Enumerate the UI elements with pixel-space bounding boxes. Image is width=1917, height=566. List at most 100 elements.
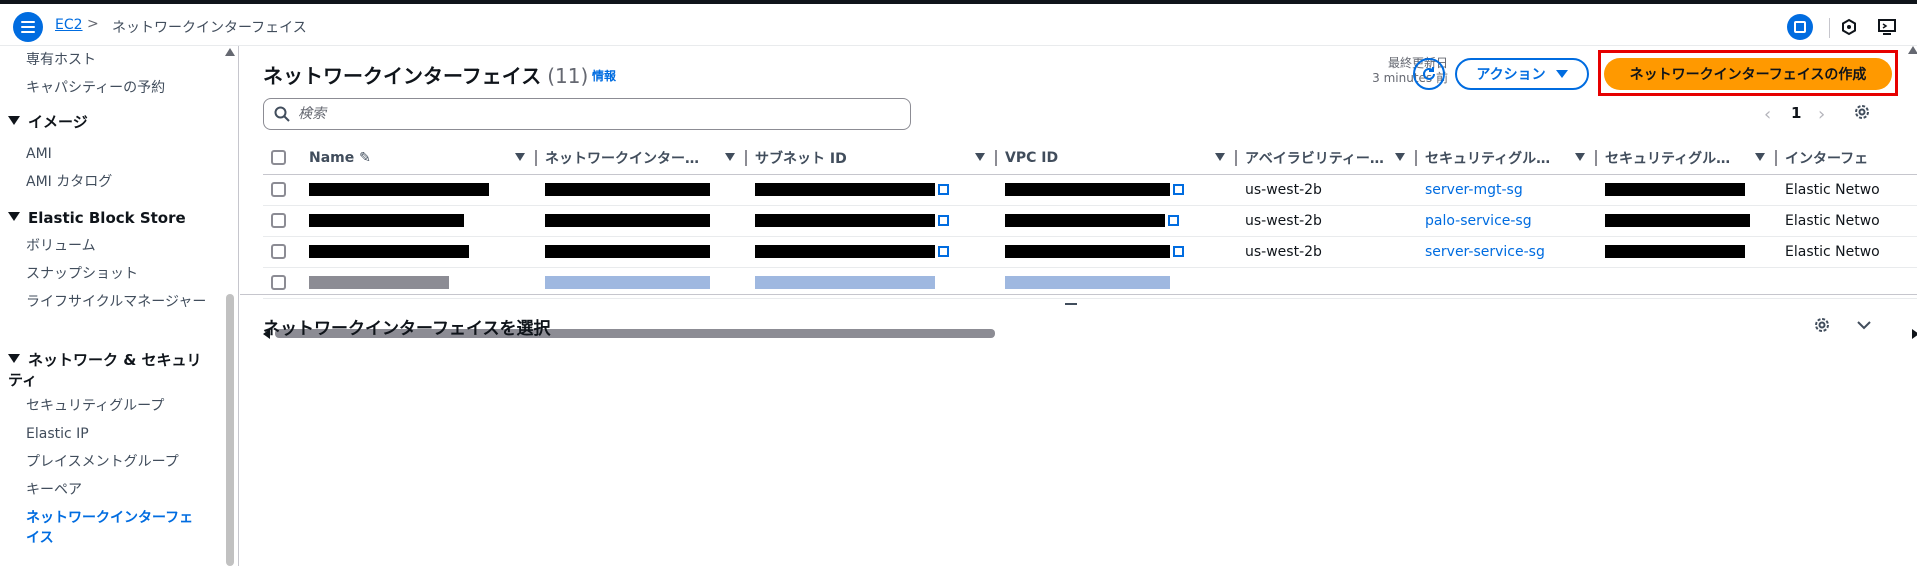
caret-down-icon [8, 354, 20, 363]
sidebar-item-elastic-ip[interactable]: Elastic IP [26, 424, 89, 444]
sort-icon [1215, 153, 1225, 161]
redacted-link[interactable] [755, 276, 935, 289]
column-header-availability-zone[interactable]: アベイラビリティー… [1237, 142, 1417, 175]
redacted-text [309, 183, 489, 196]
scroll-up-icon[interactable] [1908, 46, 1917, 54]
row-checkbox[interactable] [271, 182, 286, 197]
refresh-button[interactable] [1413, 58, 1445, 90]
sidebar-item-capacity-reservations[interactable]: キャパシティーの予約 [26, 78, 165, 98]
column-header-subnet-id[interactable]: サブネット ID [747, 142, 997, 175]
redacted-text [309, 276, 449, 289]
scroll-up-icon[interactable] [225, 48, 235, 56]
column-header-interface-type[interactable]: インターフェ [1777, 142, 1917, 175]
caret-down-icon [1555, 70, 1568, 78]
redacted-text [309, 245, 469, 258]
pagination-prev-icon[interactable]: ‹ [1764, 104, 1771, 125]
create-network-interface-button[interactable]: ネットワークインターフェイスの作成 [1604, 58, 1892, 90]
top-navigation-bar: EC2 > ネットワークインターフェイス [0, 0, 1917, 46]
redacted-text [309, 214, 464, 227]
redacted-link[interactable] [1005, 276, 1170, 289]
chevron-down-icon[interactable] [1854, 315, 1874, 335]
redacted-link[interactable] [1005, 245, 1170, 258]
sort-icon [1755, 153, 1765, 161]
external-link-icon [938, 246, 949, 257]
sort-icon [1575, 153, 1585, 161]
search-icon [274, 106, 290, 122]
sidebar-section-network-security[interactable]: ネットワーク & セキュリティ [8, 350, 208, 390]
sidebar-item-placement-groups[interactable]: プレイスメントグループ [26, 452, 179, 472]
redacted-link[interactable] [755, 183, 935, 196]
console-icon[interactable] [1874, 14, 1900, 40]
redacted-text [1605, 214, 1750, 227]
sidebar-item-ami[interactable]: AMI [26, 144, 52, 164]
sidebar-item-snapshots[interactable]: スナップショット [26, 264, 138, 284]
search-box [263, 98, 911, 130]
sort-icon [725, 153, 735, 161]
select-all-checkbox[interactable] [263, 142, 301, 175]
column-header-security-group-id[interactable]: セキュリティグル… [1597, 142, 1777, 175]
redacted-link[interactable] [545, 214, 710, 227]
caret-down-icon [8, 116, 20, 125]
main-content: ネットワークインターフェイス (11) 情報 最終更新日 3 minutes 前 … [240, 46, 1917, 566]
pagination-next-icon[interactable]: › [1818, 104, 1825, 125]
sidebar-item-lifecycle-manager[interactable]: ライフサイクルマネージャー [26, 292, 216, 312]
redacted-link[interactable] [1005, 214, 1165, 227]
hamburger-menu-icon[interactable] [13, 12, 43, 42]
breadcrumb-current: ネットワークインターフェイス [112, 20, 307, 36]
redacted-link[interactable] [545, 245, 710, 258]
page-title: ネットワークインターフェイス (11) [263, 64, 589, 88]
info-link[interactable]: 情報 [592, 67, 616, 84]
divider [1829, 18, 1830, 38]
edit-icon: ✎ [359, 149, 371, 166]
sidebar-navigation: 専有ホスト キャパシティーの予約 イメージ AMI AMI カタログ Elast… [0, 46, 239, 566]
table-row[interactable]: us-west-2b palo-service-sg Elastic Netwo [263, 205, 1917, 237]
sort-icon [1395, 153, 1405, 161]
redacted-link[interactable] [755, 245, 935, 258]
sidebar-item-key-pairs[interactable]: キーペア [26, 480, 82, 500]
split-panel-title: ネットワークインターフェイスを選択 [263, 319, 551, 339]
sidebar-section-ebs[interactable]: Elastic Block Store [8, 208, 186, 228]
column-header-eni-id[interactable]: ネットワークインター… [537, 142, 747, 175]
external-link-icon [1173, 184, 1184, 195]
column-header-name[interactable]: Name ✎ [301, 142, 537, 175]
column-header-security-group-name[interactable]: セキュリティグル… [1417, 142, 1597, 175]
refresh-icon [1423, 67, 1435, 80]
table-row[interactable]: us-west-2b server-service-sg Elastic Net… [263, 236, 1917, 268]
split-panel-divider [240, 294, 1917, 295]
external-link-icon [1168, 215, 1179, 226]
table-row[interactable]: us-west-2b server-mgt-sg Elastic Netwo [263, 174, 1917, 206]
row-checkbox[interactable] [271, 213, 286, 228]
external-link-icon [1173, 246, 1184, 257]
redacted-text [1605, 245, 1745, 258]
external-link-icon [938, 184, 949, 195]
scroll-right-icon[interactable] [1912, 329, 1917, 339]
sidebar-section-images[interactable]: イメージ [8, 112, 88, 132]
breadcrumb-ec2[interactable]: EC2 [55, 17, 83, 33]
column-header-vpc-id[interactable]: VPC ID [997, 142, 1237, 175]
row-checkbox[interactable] [271, 275, 286, 290]
external-link-icon [938, 215, 949, 226]
redacted-link[interactable] [545, 183, 710, 196]
cloudshell-icon[interactable] [1787, 14, 1813, 40]
notifications-icon[interactable] [1836, 14, 1862, 40]
sort-icon [515, 153, 525, 161]
sidebar-item-ami-catalog[interactable]: AMI カタログ [26, 172, 112, 192]
sidebar-item-volumes[interactable]: ボリューム [26, 236, 96, 256]
split-panel-handle[interactable] [1065, 303, 1077, 305]
actions-dropdown-button[interactable]: アクション [1455, 58, 1589, 90]
network-interfaces-table: Name ✎ ネットワークインター… サブネット ID VPC ID アベイラビ… [263, 142, 1917, 332]
row-checkbox[interactable] [271, 244, 286, 259]
gear-icon[interactable] [1852, 102, 1872, 122]
sidebar-item-network-interfaces[interactable]: ネットワークインターフェイス [26, 508, 196, 548]
gear-icon[interactable] [1812, 315, 1832, 335]
sidebar-item-security-groups[interactable]: セキュリティグループ [26, 396, 164, 416]
pagination-page[interactable]: 1 [1791, 104, 1801, 122]
redacted-link[interactable] [755, 214, 935, 227]
redacted-link[interactable] [545, 276, 710, 289]
sidebar-item-dedicated-hosts[interactable]: 専有ホスト [26, 50, 96, 70]
sidebar-scrollbar[interactable] [226, 294, 234, 566]
search-input[interactable] [298, 103, 898, 125]
chevron-right-icon: > [87, 16, 99, 32]
redacted-link[interactable] [1005, 183, 1170, 196]
item-count: (11) [547, 64, 589, 88]
